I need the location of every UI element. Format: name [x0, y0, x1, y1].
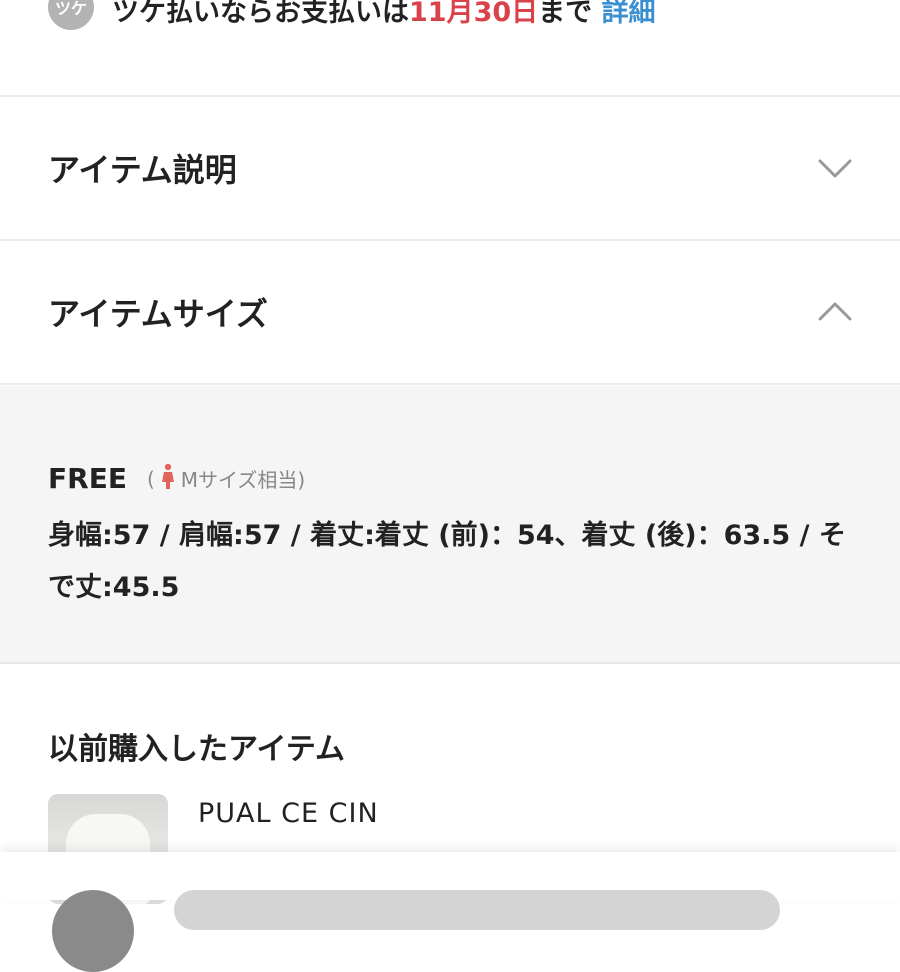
deferred-payment-icon: ツケ — [48, 0, 94, 30]
payment-suffix: まで — [538, 0, 593, 28]
payment-text: ツケ払いならお支払いは11月30日まで 詳細 — [112, 0, 656, 29]
size-measurements: 身幅:57 / 肩幅:57 / 着丈:着丈 (前)：54、着丈 (後)：63.5… — [48, 520, 846, 603]
size-note: ( Mサイズ相当) — [147, 463, 305, 494]
previous-purchases-title: 以前購入したアイテム — [48, 732, 345, 767]
item-size-panel: FREE ( Mサイズ相当) 身幅:57 / 肩幅:57 / 着丈:着丈 (前)… — [0, 386, 900, 664]
payment-notice: ツケ ツケ払いならお支払いは11月30日まで 詳細 — [0, 0, 900, 97]
woman-icon — [161, 463, 175, 494]
item-size-section[interactable]: アイテムサイズ — [0, 241, 900, 385]
payment-prefix: ツケ払いならお支払いは — [112, 0, 409, 28]
avatar[interactable] — [52, 890, 134, 972]
size-note-text: Mサイズ相当) — [180, 468, 306, 492]
payment-details-link[interactable]: 詳細 — [602, 0, 656, 28]
payment-date: 11月30日 — [409, 0, 539, 28]
size-header: FREE ( Mサイズ相当) — [48, 462, 305, 495]
product-brand[interactable]: PUAL CE CIN — [198, 798, 379, 829]
chevron-up-icon[interactable] — [818, 295, 852, 329]
bottom-comment-bar — [0, 852, 900, 972]
item-description-title: アイテム説明 — [48, 151, 237, 189]
comment-input[interactable] — [174, 890, 780, 930]
chevron-down-icon[interactable] — [818, 151, 852, 185]
size-label: FREE — [48, 462, 127, 495]
item-size-title: アイテムサイズ — [48, 295, 268, 333]
size-note-open: ( — [146, 466, 155, 491]
item-description-section[interactable]: アイテム説明 — [0, 97, 900, 241]
